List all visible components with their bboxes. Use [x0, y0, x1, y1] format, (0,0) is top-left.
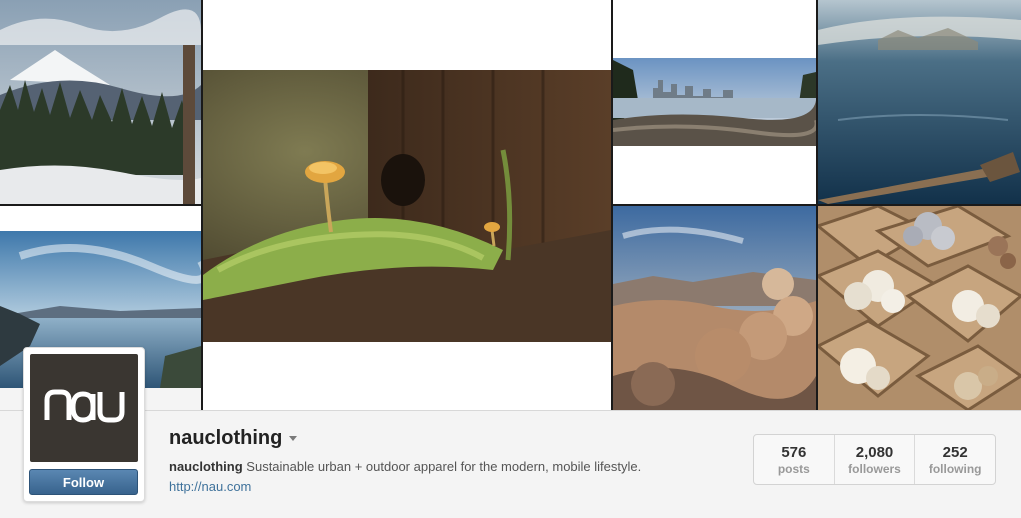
bio: nauclothing Sustainable urban + outdoor … — [169, 459, 641, 474]
stat-posts[interactable]: 576 posts — [754, 435, 834, 484]
stat-value: 576 — [781, 444, 807, 461]
mountain-forest-photo[interactable] — [0, 0, 201, 204]
nau-logo — [44, 389, 125, 423]
mosaic-divider — [613, 204, 1021, 206]
bio-name: nauclothing — [169, 459, 243, 474]
stat-label: followers — [848, 462, 901, 476]
stat-followers[interactable]: 2,080 followers — [833, 435, 915, 484]
lake-paddle-photo[interactable] — [818, 0, 1021, 204]
desert-boulders-photo[interactable] — [613, 206, 816, 410]
stat-value: 252 — [942, 444, 968, 461]
stat-following[interactable]: 252 following — [914, 435, 995, 484]
stat-label: posts — [777, 462, 810, 476]
city-skyline-shore-photo[interactable] — [613, 0, 816, 204]
profile-stats: 576 posts 2,080 followers 252 following — [753, 434, 996, 485]
website-link[interactable]: http://nau.com — [169, 479, 251, 494]
avatar[interactable] — [30, 354, 138, 462]
follow-button[interactable]: Follow — [29, 469, 138, 495]
username: nauclothing — [169, 426, 283, 449]
header-photo-mosaic — [0, 0, 1021, 410]
mosaic-divider — [201, 0, 203, 410]
stat-label: following — [928, 462, 982, 476]
mushroom-moss-photo[interactable] — [203, 0, 611, 410]
bio-text: Sustainable urban + outdoor apparel for … — [246, 459, 642, 474]
avatar-card: Follow — [23, 347, 145, 502]
username-row: nauclothing — [169, 424, 298, 452]
stat-value: 2,080 — [855, 444, 894, 461]
mosaic-divider — [0, 204, 201, 206]
chevron-down-icon[interactable] — [289, 435, 298, 441]
mushroom-crates-photo[interactable] — [818, 206, 1021, 410]
